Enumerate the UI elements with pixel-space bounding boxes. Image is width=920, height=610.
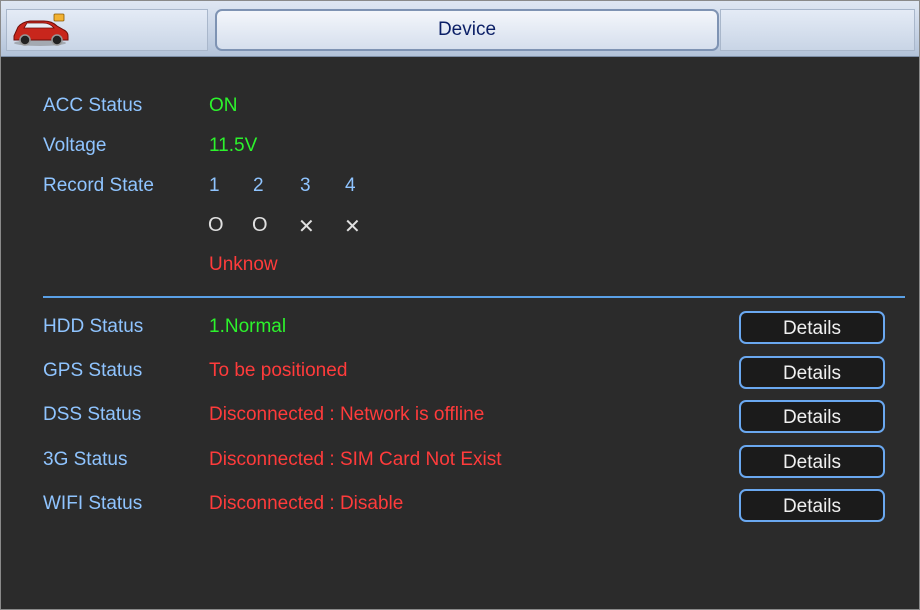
record-state-label: Record State	[43, 175, 154, 196]
device-window: Device ACC Status ON Voltage 11.5V Recor…	[0, 0, 920, 610]
channel-number: 2	[253, 175, 264, 196]
dss-details-button[interactable]: Details	[739, 400, 885, 433]
acc-status-value: ON	[209, 95, 238, 116]
window-title: Device	[215, 9, 719, 51]
3g-status-value: Disconnected : SIM Card Not Exist	[209, 449, 502, 470]
channel-off-mark: ✕	[344, 216, 361, 238]
channel-number: 3	[300, 175, 311, 196]
title-bar-right-panel	[720, 9, 915, 51]
dss-status-value: Disconnected : Network is offline	[209, 404, 485, 425]
channel-recording-mark: O	[252, 214, 268, 236]
section-divider	[43, 296, 905, 298]
gps-details-button[interactable]: Details	[739, 356, 885, 389]
wifi-status-label: WIFI Status	[43, 493, 143, 514]
3g-status-label: 3G Status	[43, 449, 128, 470]
dss-status-label: DSS Status	[43, 404, 142, 425]
channel-recording-mark: O	[208, 214, 224, 236]
gps-status-value: To be positioned	[209, 360, 348, 381]
car-icon	[13, 13, 69, 46]
voltage-value: 11.5V	[209, 135, 258, 156]
wifi-details-button[interactable]: Details	[739, 489, 885, 522]
hdd-status-value: 1.Normal	[209, 316, 287, 337]
acc-status-label: ACC Status	[43, 95, 143, 116]
title-bar: Device	[1, 1, 919, 57]
voltage-label: Voltage	[43, 135, 107, 156]
channel-number: 1	[209, 175, 220, 196]
wifi-status-value: Disconnected : Disable	[209, 493, 404, 514]
hdd-status-label: HDD Status	[43, 316, 144, 337]
record-state-result: Unknow	[209, 254, 278, 275]
channel-number: 4	[345, 175, 356, 196]
channel-off-mark: ✕	[298, 216, 315, 238]
gps-status-label: GPS Status	[43, 360, 143, 381]
device-content: ACC Status ON Voltage 11.5V Record State…	[1, 57, 919, 609]
3g-details-button[interactable]: Details	[739, 445, 885, 478]
hdd-details-button[interactable]: Details	[739, 311, 885, 344]
